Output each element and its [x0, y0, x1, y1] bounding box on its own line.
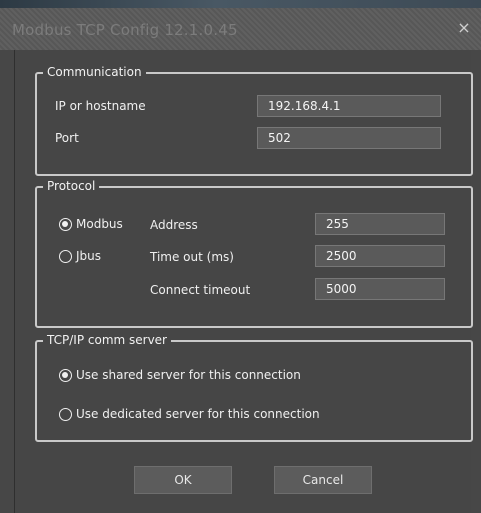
communication-group: Communication IP or hostname 192.168.4.1… — [35, 64, 473, 176]
radio-jbus-label: Jbus — [76, 249, 102, 263]
communication-legend: Communication — [43, 64, 146, 80]
dialog-client-area: Communication IP or hostname 192.168.4.1… — [14, 50, 473, 513]
protocol-legend: Protocol — [43, 178, 100, 194]
ip-input[interactable]: 192.168.4.1 — [257, 95, 441, 117]
timeout-label: Time out (ms) — [150, 250, 234, 264]
radio-dedicated-server[interactable]: Use dedicated server for this connection — [59, 406, 320, 422]
background-window-strip — [0, 0, 481, 8]
port-input[interactable]: 502 — [257, 127, 441, 149]
radio-modbus[interactable]: Modbus — [59, 216, 123, 232]
address-input[interactable]: 255 — [315, 213, 445, 235]
radio-jbus-indicator[interactable] — [59, 249, 72, 263]
connect-timeout-label: Connect timeout — [150, 283, 251, 297]
port-label: Port — [55, 131, 79, 145]
cancel-button[interactable]: Cancel — [274, 466, 372, 494]
radio-modbus-indicator[interactable] — [59, 217, 72, 231]
timeout-input[interactable]: 2500 — [315, 245, 445, 267]
protocol-group: Protocol Modbus Jbus Address 255 Time ou… — [35, 178, 473, 328]
radio-shared-server-label: Use shared server for this connection — [76, 368, 301, 382]
ip-label: IP or hostname — [55, 99, 146, 113]
modbus-config-dialog: Modbus TCP Config 12.1.0.45 × Communicat… — [0, 8, 481, 513]
window-title: Modbus TCP Config 12.1.0.45 — [12, 21, 238, 39]
radio-jbus[interactable]: Jbus — [59, 248, 101, 264]
address-label: Address — [150, 218, 198, 232]
tcpip-server-group: TCP/IP comm server Use shared server for… — [35, 332, 473, 442]
title-bar[interactable]: Modbus TCP Config 12.1.0.45 × — [0, 8, 481, 50]
radio-modbus-label: Modbus — [76, 217, 123, 231]
radio-shared-server[interactable]: Use shared server for this connection — [59, 367, 301, 383]
radio-dedicated-server-label: Use dedicated server for this connection — [76, 407, 320, 421]
radio-shared-server-indicator[interactable] — [59, 368, 72, 382]
close-icon[interactable]: × — [455, 19, 473, 37]
connect-timeout-input[interactable]: 5000 — [315, 278, 445, 300]
radio-dedicated-server-indicator[interactable] — [59, 407, 72, 421]
tcpip-server-legend: TCP/IP comm server — [43, 332, 171, 348]
ok-button[interactable]: OK — [134, 466, 232, 494]
